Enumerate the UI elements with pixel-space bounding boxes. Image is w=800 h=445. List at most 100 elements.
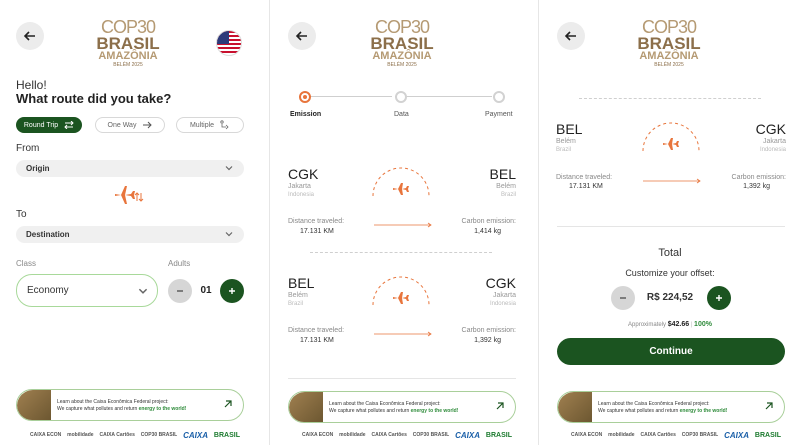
continue-label: Continue bbox=[649, 346, 693, 357]
flight-path-icon bbox=[372, 167, 430, 197]
origin-city: Belém bbox=[556, 138, 576, 145]
destination-city: Jakarta bbox=[493, 292, 516, 299]
banner-line1: Learn about the Caixa Econômica Federal … bbox=[329, 401, 441, 407]
origin-country: Brazil bbox=[288, 301, 304, 307]
origin-city: Belém bbox=[288, 292, 308, 299]
caixa-project-banner[interactable]: Learn about the Caixa Econômica Federal … bbox=[288, 391, 516, 423]
caixa-project-banner[interactable]: Learn about the Caixa Econômica Federal … bbox=[16, 389, 244, 421]
banner-line2-prefix: We capture what pollutes and return bbox=[57, 406, 139, 412]
route-arrow-icon bbox=[643, 178, 701, 184]
partner-logo: COP30 BRASIL bbox=[140, 432, 178, 438]
total-label: Total bbox=[658, 247, 682, 259]
continue-button[interactable]: Continue bbox=[557, 338, 785, 365]
offset-increment-button[interactable] bbox=[707, 286, 731, 310]
arrow-right-icon bbox=[143, 121, 153, 129]
route-screen: COP30 BRASIL AMAZÔNIA BELÉM 2025 Hello! … bbox=[0, 0, 262, 445]
partner-logo: BRASIL bbox=[213, 431, 240, 439]
partner-logo: CAIXA Cartões bbox=[371, 432, 407, 438]
progress-stepper: Emission Data Payment bbox=[290, 90, 513, 120]
origin-select[interactable]: Origin bbox=[16, 160, 244, 177]
offset-percent: 100% bbox=[694, 321, 712, 328]
round-trip-button[interactable]: Round Trip bbox=[16, 117, 82, 133]
route-arrow-icon bbox=[374, 222, 432, 228]
destination-city: Jakarta bbox=[763, 138, 786, 145]
top-separator bbox=[579, 98, 761, 99]
logo-line4: BELÉM 2025 bbox=[387, 62, 417, 68]
plus-icon bbox=[716, 295, 722, 301]
logo-line2: BRASIL bbox=[637, 34, 701, 53]
approximate-usd: Approximately $42.66 | 100% bbox=[539, 321, 800, 328]
emission-value: 1,414 kg bbox=[474, 228, 501, 235]
approx-separator: | bbox=[690, 322, 693, 328]
back-button[interactable] bbox=[557, 22, 585, 50]
destination-country: Indonesia bbox=[759, 147, 786, 153]
logo-line4: BELÉM 2025 bbox=[113, 62, 143, 68]
origin-code: CGK bbox=[288, 166, 319, 182]
partner-logo: BRASIL bbox=[485, 431, 512, 439]
banner-thumbnail bbox=[17, 390, 51, 420]
one-way-label: One Way bbox=[107, 121, 137, 129]
emission-value: 1,392 kg bbox=[474, 337, 501, 344]
step-payment-label: Payment bbox=[485, 111, 513, 118]
emission-value: 1,392 kg bbox=[743, 183, 770, 190]
offset-decrement-button[interactable] bbox=[611, 286, 635, 310]
swap-icon bbox=[64, 121, 74, 129]
class-value: Economy bbox=[27, 285, 69, 296]
step-data-label: Data bbox=[394, 111, 409, 118]
emission-label: Carbon emission: bbox=[731, 174, 786, 181]
banner-line2-highlight: energy to the world! bbox=[410, 408, 459, 414]
adults-decrement-button[interactable] bbox=[168, 279, 192, 303]
partner-logo: CAIXA Cartões bbox=[640, 432, 676, 438]
back-button[interactable] bbox=[16, 22, 44, 50]
multiple-label: Multiple bbox=[189, 121, 215, 129]
partner-logo: CAIXA ECON bbox=[302, 432, 334, 438]
route-question: What route did you take? bbox=[16, 91, 172, 106]
partner-logos: CAIXA ECON mobilidade CAIXA Cartões COP3… bbox=[302, 428, 512, 442]
language-flag-button[interactable] bbox=[216, 30, 242, 56]
destination-code: CGK bbox=[485, 275, 516, 291]
banner-line2-highlight: energy to the world! bbox=[679, 408, 728, 414]
banner-line2: We capture what pollutes and return ener… bbox=[57, 406, 186, 412]
multiple-button[interactable]: Multiple bbox=[176, 117, 244, 133]
greeting: Hello! bbox=[16, 78, 47, 92]
partner-logo: CAIXA bbox=[724, 430, 749, 440]
banner-line2-prefix: We capture what pollutes and return bbox=[329, 408, 411, 414]
partner-logo: CAIXA bbox=[455, 430, 480, 440]
payment-summary-screen: COP30 BRASIL AMAZÔNIA BELÉM 2025 BEL Bel… bbox=[538, 0, 800, 445]
caixa-project-banner[interactable]: Learn about the Caixa Econômica Federal … bbox=[557, 391, 785, 423]
logo-line3: AMAZÔNIA bbox=[98, 50, 158, 62]
chevron-down-icon bbox=[138, 288, 148, 294]
step-data-dot[interactable] bbox=[395, 91, 407, 103]
logo-line2: BRASIL bbox=[370, 34, 434, 53]
destination-country: Brazil bbox=[500, 192, 516, 198]
partner-logo: COP30 BRASIL bbox=[412, 432, 450, 438]
divider bbox=[288, 378, 516, 379]
step-emission-dot[interactable] bbox=[299, 91, 311, 103]
chevron-down-icon bbox=[225, 232, 233, 237]
partner-logo: CAIXA Cartões bbox=[99, 432, 135, 438]
approx-label: Approximately bbox=[628, 322, 667, 328]
banner-line2: We capture what pollutes and return ener… bbox=[598, 408, 727, 414]
arrow-up-right-icon bbox=[224, 400, 232, 408]
back-button[interactable] bbox=[288, 22, 316, 50]
logo-line3: AMAZÔNIA bbox=[372, 50, 432, 62]
partner-logos: CAIXA ECON mobilidade CAIXA Cartões COP3… bbox=[571, 428, 781, 442]
emission-label: Carbon emission: bbox=[461, 218, 516, 225]
one-way-button[interactable]: One Way bbox=[95, 117, 165, 133]
destination-placeholder: Destination bbox=[26, 230, 70, 239]
partner-logo: COP30 BRASIL bbox=[681, 432, 719, 438]
banner-line2-highlight: energy to the world! bbox=[138, 406, 187, 412]
class-select[interactable]: Economy bbox=[16, 274, 158, 307]
partner-logo: CAIXA ECON bbox=[571, 432, 603, 438]
destination-select[interactable]: Destination bbox=[16, 226, 244, 243]
partner-logo: mobilidade bbox=[608, 432, 635, 438]
logo-line2: BRASIL bbox=[96, 34, 160, 53]
minus-icon bbox=[177, 290, 183, 292]
swap-route-button[interactable] bbox=[113, 184, 147, 208]
class-label: Class bbox=[16, 259, 37, 268]
adults-value: 01 bbox=[200, 285, 212, 296]
adults-increment-button[interactable] bbox=[220, 279, 244, 303]
arrow-left-icon bbox=[23, 31, 35, 41]
banner-line1: Learn about the Caixa Econômica Federal … bbox=[57, 399, 169, 405]
step-payment-dot[interactable] bbox=[493, 91, 505, 103]
